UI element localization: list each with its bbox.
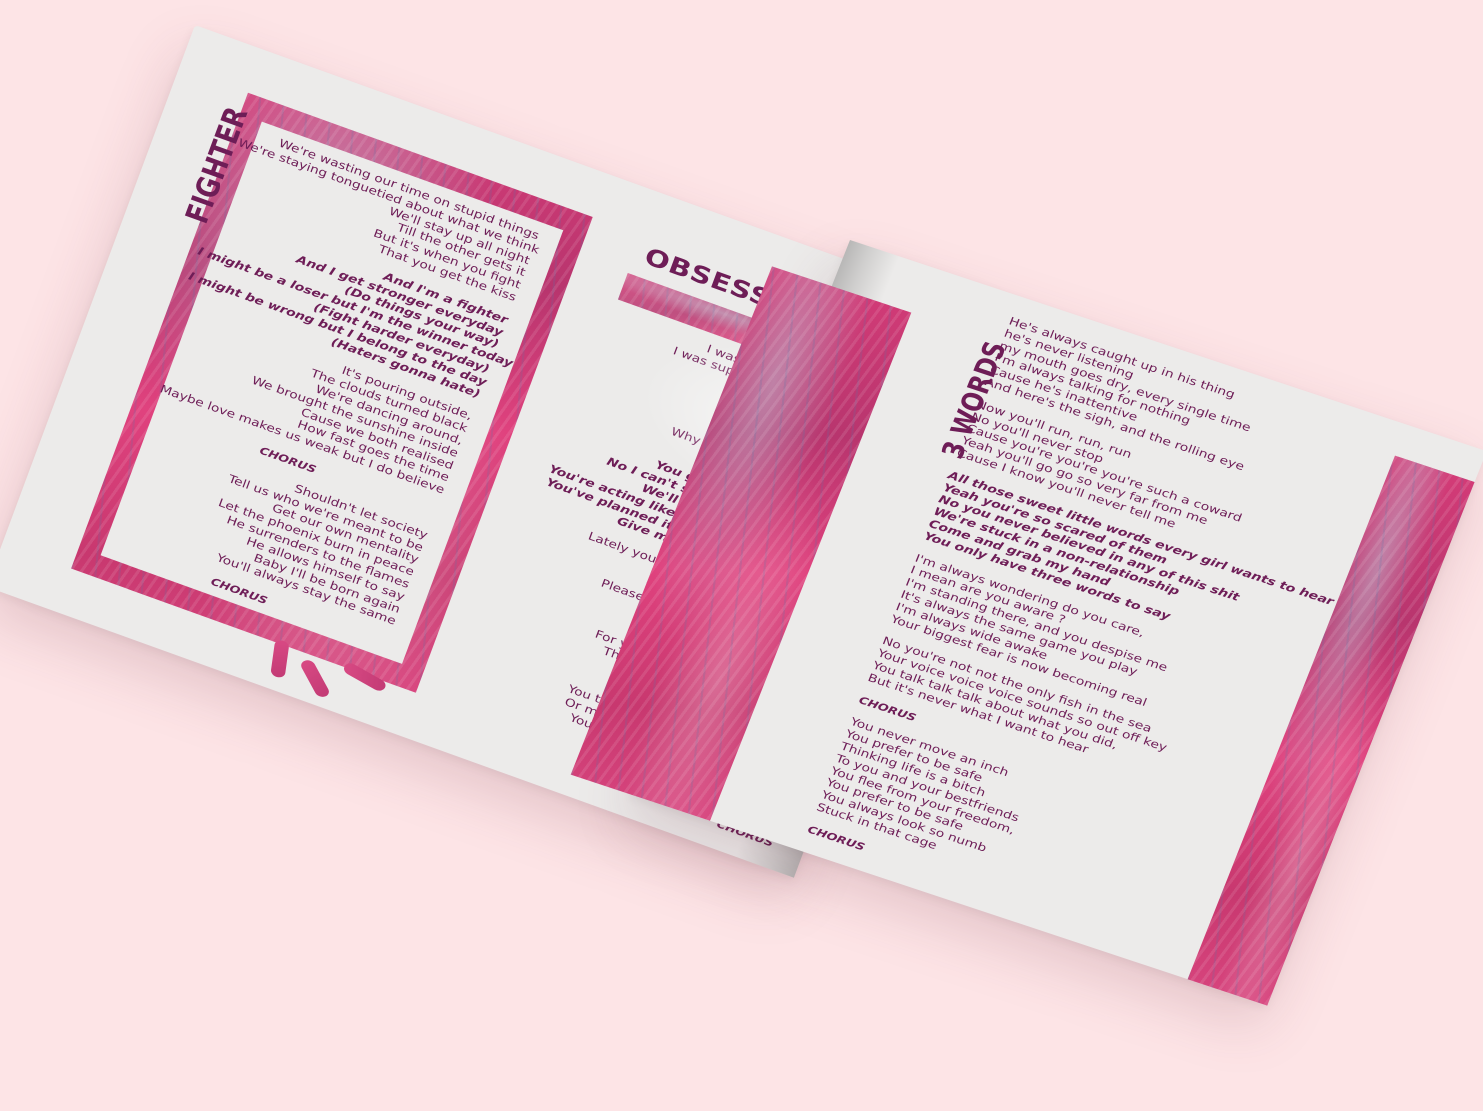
decorative-dash-1 [270, 639, 290, 679]
booklet-scene: FIGHTER We're wasting our time on stupid… [0, 0, 1483, 1111]
right-page: 3 WORDS He's always caught up in his thi… [570, 240, 1483, 1006]
decorative-dash-2 [298, 658, 332, 699]
